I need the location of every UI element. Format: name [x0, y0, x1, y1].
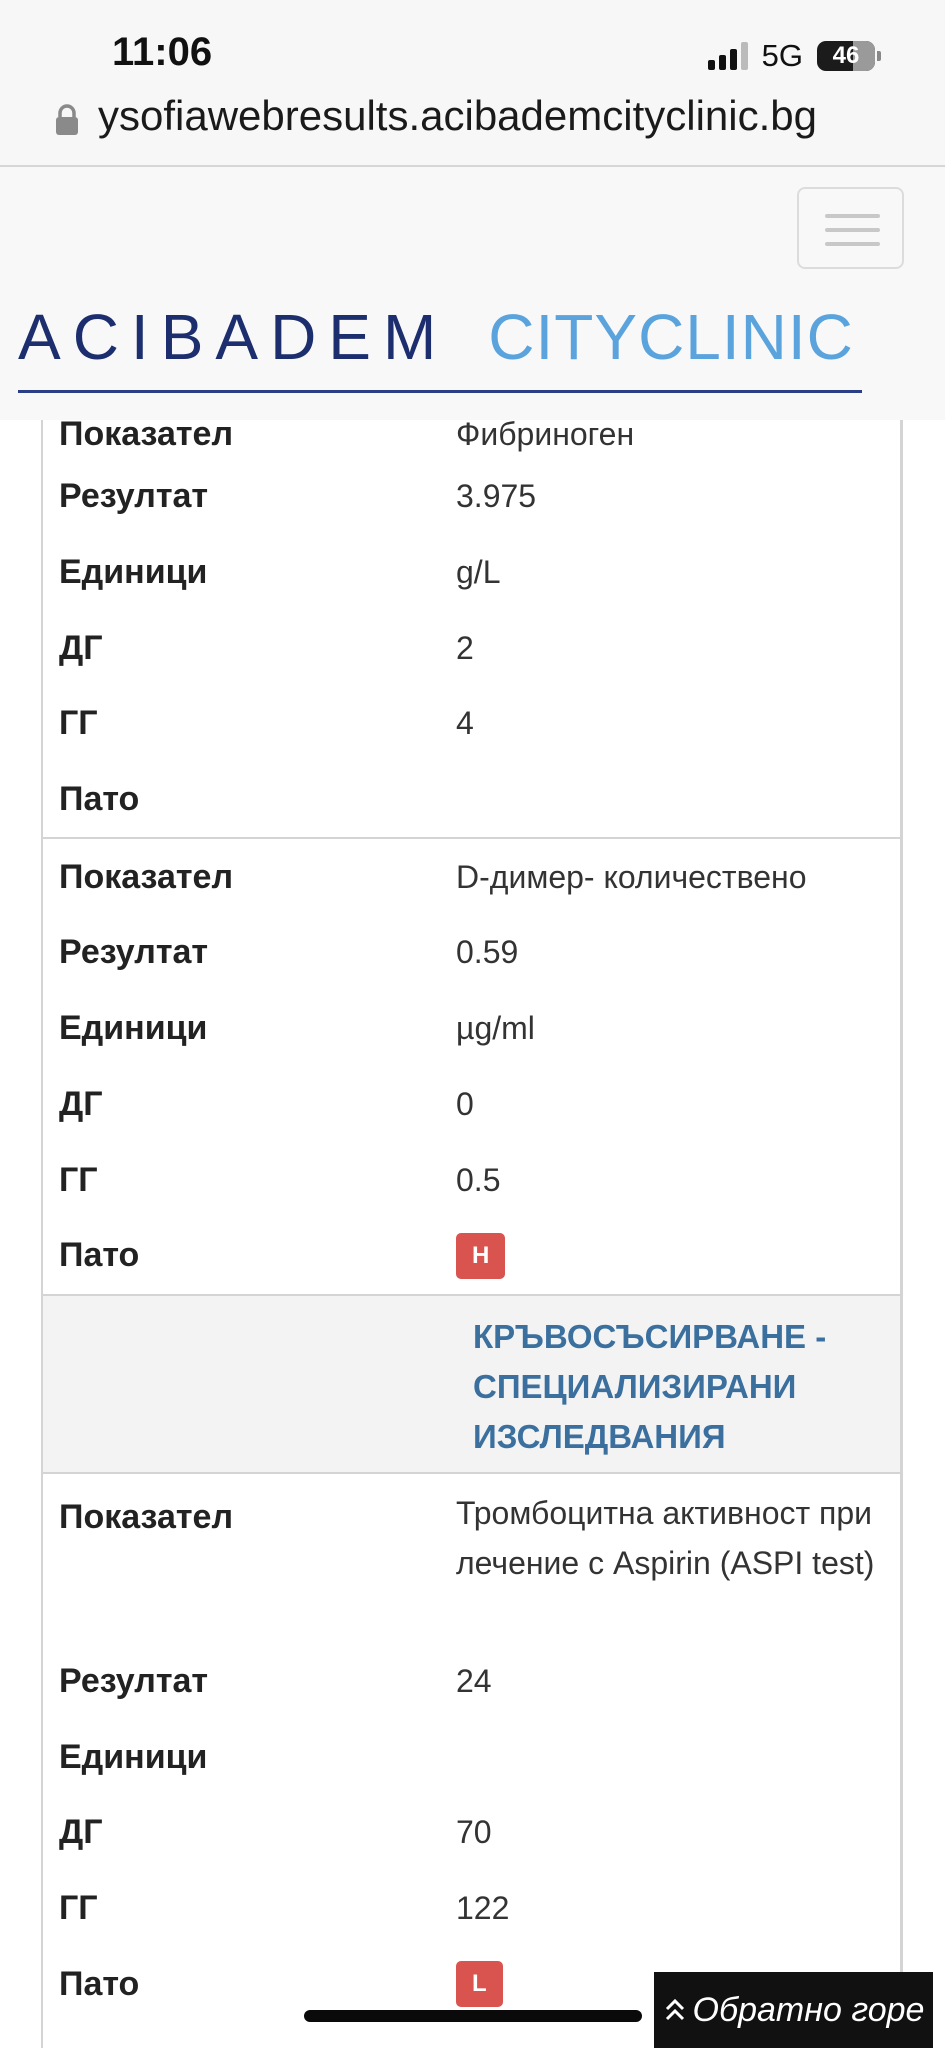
- result-row: Показател D-димер- количествено: [43, 839, 900, 915]
- site-logo[interactable]: ACIBADEM CITYCLINIC: [18, 301, 862, 373]
- result-row: Показател Фибриноген: [43, 410, 900, 459]
- row-label: Пато: [59, 780, 140, 819]
- row-label: Показател: [59, 1497, 234, 1536]
- row-label: Резултат: [59, 1661, 209, 1700]
- result-row: Пато: [43, 762, 900, 838]
- row-value: 24: [456, 1662, 492, 1699]
- result-card: Показател Тромбоцитна активност при лечен…: [43, 1474, 900, 2022]
- section-title: КРЪВОСЪСИРВАНЕ - СПЕЦИАЛИЗИРАНИ ИЗСЛЕДВА…: [473, 1317, 827, 1455]
- hamburger-icon: [825, 214, 880, 218]
- row-label: Резултат: [59, 477, 209, 516]
- row-value: 3.975: [456, 478, 537, 515]
- result-row: Единици g/L: [43, 535, 900, 611]
- result-card: Показател Фибриноген Резултат 3.975 Единиц…: [43, 410, 900, 840]
- back-to-top-label: Обратно горе: [692, 1990, 925, 2029]
- double-chevron-up-icon: [665, 1998, 684, 2021]
- row-value: 0.5: [456, 1161, 501, 1198]
- result-row: Резултат 3.975: [43, 459, 900, 535]
- menu-toggle-button[interactable]: [797, 187, 904, 269]
- result-row: Показател Тромбоцитна активност при лечен…: [43, 1474, 900, 1644]
- result-row: ГГ 4: [43, 686, 900, 762]
- row-label: ДГ: [59, 628, 103, 667]
- row-value: D-димер- количествено: [456, 858, 807, 895]
- row-label: Единици: [59, 1737, 208, 1776]
- row-label: ДГ: [59, 1813, 103, 1852]
- network-type: 5G: [761, 38, 803, 73]
- logo-cityclinic: CITYCLINIC: [488, 301, 854, 373]
- row-value: 0: [456, 1085, 474, 1122]
- result-row: ГГ 0.5: [43, 1142, 900, 1218]
- row-value: 4: [456, 705, 474, 742]
- result-row: Резултат 0.59: [43, 915, 900, 991]
- logo-underline: [18, 390, 862, 393]
- address-bar-url[interactable]: ysofiawebresults.acibademcityclinic.bg: [98, 92, 817, 140]
- row-label: ГГ: [59, 1888, 98, 1927]
- row-label: ДГ: [59, 1084, 103, 1123]
- result-row: ДГ 2: [43, 610, 900, 686]
- lock-icon: [56, 104, 78, 135]
- result-row: Резултат 24: [43, 1644, 900, 1720]
- back-to-top-button[interactable]: Обратно горе: [654, 1972, 933, 2048]
- result-row: Пато H: [43, 1218, 900, 1294]
- row-value: H: [456, 1232, 900, 1279]
- battery-icon: 46: [817, 41, 881, 71]
- row-label: Единици: [59, 553, 208, 592]
- row-value: µg/ml: [456, 1010, 535, 1047]
- result-card: Показател D-димер- количествено Резултат 0…: [43, 839, 900, 1296]
- result-row: Единици: [43, 1719, 900, 1795]
- row-label: Показател: [59, 415, 234, 453]
- status-badge: H: [456, 1232, 506, 1279]
- browser-top-bar: 11:06 5G 46 ysofiawebresults.acibademcit…: [0, 0, 945, 167]
- row-value: 2: [456, 629, 474, 666]
- status-badge: L: [456, 1961, 503, 2008]
- row-value: Фибриноген: [456, 416, 635, 452]
- status-time: 11:06: [112, 30, 213, 74]
- row-label: Пато: [59, 1236, 140, 1275]
- section-header: КРЪВОСЪСИРВАНЕ - СПЕЦИАЛИЗИРАНИ ИЗСЛЕДВА…: [43, 1295, 900, 1474]
- row-label: Единици: [59, 1009, 208, 1048]
- result-row: Единици µg/ml: [43, 991, 900, 1067]
- status-indicators: 5G 46: [707, 38, 881, 74]
- row-label: Резултат: [59, 933, 209, 972]
- battery-level: 46: [832, 42, 860, 69]
- row-value: g/L: [456, 554, 501, 591]
- logo-acibadem: ACIBADEM: [18, 301, 449, 373]
- row-label: ГГ: [59, 704, 98, 743]
- site-header: ACIBADEM CITYCLINIC: [0, 167, 945, 420]
- result-row: ГГ 122: [43, 1871, 900, 1947]
- row-label: Показател: [59, 857, 234, 896]
- result-row: ДГ 70: [43, 1795, 900, 1871]
- row-value: 70: [456, 1814, 492, 1851]
- row-value: 122: [456, 1889, 510, 1926]
- row-label: Пато: [59, 1964, 140, 2003]
- result-row: ДГ 0: [43, 1067, 900, 1143]
- row-label: ГГ: [59, 1160, 98, 1199]
- results-table: Показател Фибриноген Резултат 3.975 Единиц…: [41, 415, 903, 2048]
- row-value: 0.59: [456, 934, 519, 971]
- signal-icon: [707, 42, 748, 70]
- row-value: Тромбоцитна активност при лечение с Aspi…: [456, 1494, 875, 1581]
- home-indicator[interactable]: [304, 2010, 642, 2022]
